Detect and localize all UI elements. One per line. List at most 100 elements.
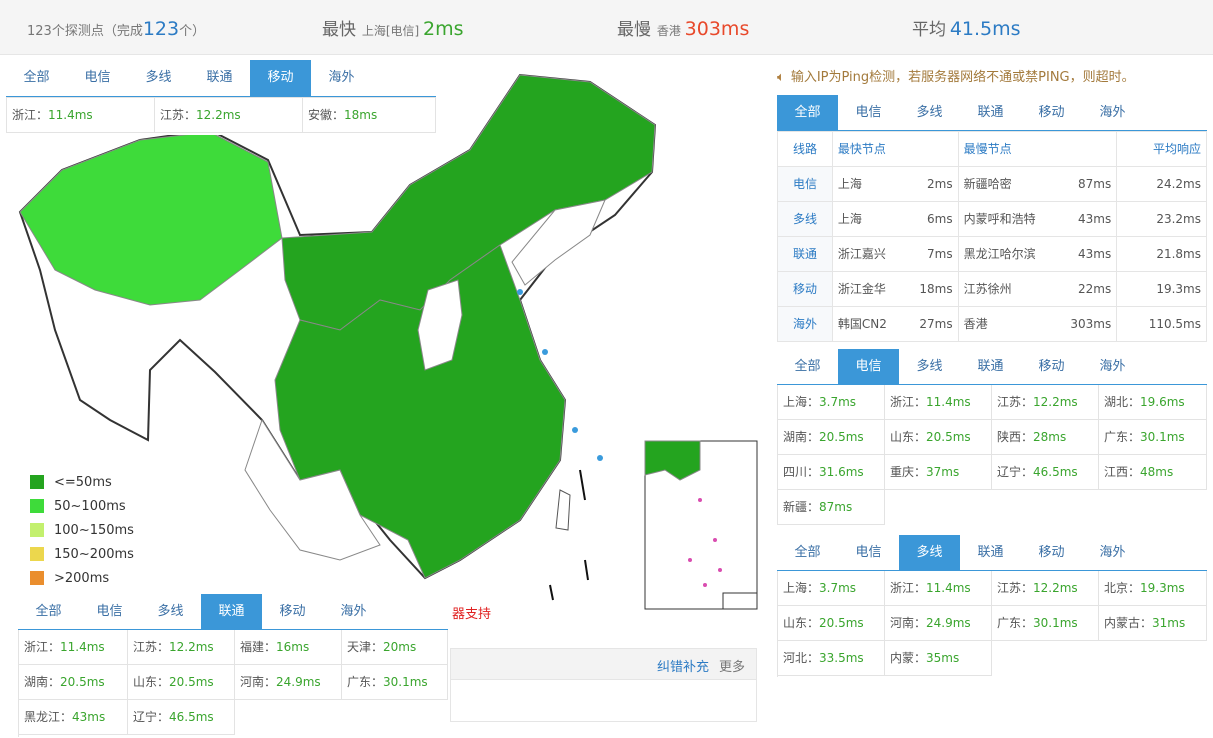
- grid-cell: 山东：20.5ms: [778, 606, 885, 641]
- grid-cell: 黑龙江：43ms: [19, 700, 128, 735]
- map-legend: <=50ms 50~100ms 100~150ms 150~200ms >200…: [30, 470, 134, 590]
- grid-cell: 广东：30.1ms: [342, 665, 448, 700]
- grid-cell: 河南：24.9ms: [885, 606, 992, 641]
- grid-cell: 上海：3.7ms: [778, 385, 885, 420]
- tab-all[interactable]: 全部: [777, 535, 838, 570]
- sponsor-text: 器支持: [452, 607, 492, 622]
- grid-cell: 江苏：12.2ms: [155, 98, 303, 133]
- tab-telecom[interactable]: 电信: [838, 349, 899, 384]
- tab-unicom[interactable]: 联通: [960, 349, 1021, 384]
- grid-cell: 安徽：18ms: [303, 98, 436, 133]
- tab-unicom[interactable]: 联通: [960, 95, 1021, 130]
- grid-cell: 辽宁：46.5ms: [992, 455, 1099, 490]
- tab-unicom[interactable]: 联通: [960, 535, 1021, 570]
- ping-notice: 🔈︎ 输入IP为Ping检测，若服务器网络不通或禁PING，则超时。: [777, 70, 1135, 85]
- grid-cell: 江西：48ms: [1099, 455, 1207, 490]
- tab-all[interactable]: 全部: [777, 95, 838, 130]
- stats-tabs: 全部 电信 多线 联通 移动 海外: [777, 95, 1207, 131]
- table-row: 多线 上海 6ms 内蒙呼和浩特 43ms 23.2ms: [778, 202, 1207, 237]
- tab-unicom[interactable]: 联通: [201, 594, 262, 629]
- tab-telecom[interactable]: 电信: [67, 60, 128, 96]
- grid-cell: 陕西：28ms: [992, 420, 1099, 455]
- grid-cell: 山东：20.5ms: [128, 665, 235, 700]
- table-row: 移动 浙江金华 18ms 江苏徐州 22ms 19.3ms: [778, 272, 1207, 307]
- table-row: 海外 韩国CN2 27ms 香港 303ms 110.5ms: [778, 307, 1207, 342]
- legend-swatch: [30, 475, 44, 489]
- multiline-panel: 全部 电信 多线 联通 移动 海外 上海：3.7ms 浙江：11.4ms 江苏：…: [777, 535, 1207, 677]
- tab-overseas[interactable]: 海外: [1082, 349, 1143, 384]
- grid-cell: 上海：3.7ms: [778, 571, 885, 606]
- grid-cell: 浙江：11.4ms: [885, 571, 992, 606]
- grid-cell: 四川：31.6ms: [778, 455, 885, 490]
- tab-mobile[interactable]: 移动: [250, 60, 311, 96]
- grid-cell: 山东：20.5ms: [885, 420, 992, 455]
- slowest-summary: 最慢 香港 303ms: [617, 18, 750, 40]
- unicom-grid: 浙江：11.4ms 江苏：12.2ms 福建：16ms 天津：20ms 湖南：2…: [18, 630, 448, 737]
- tab-overseas[interactable]: 海外: [1082, 95, 1143, 130]
- legend-item: 50~100ms: [30, 494, 134, 518]
- grid-cell: 江苏：12.2ms: [992, 385, 1099, 420]
- legend-swatch: [30, 523, 44, 537]
- probe-count: 123个探测点（完成123个）: [27, 18, 206, 40]
- stats-table: 线路 最快节点 最慢节点 平均响应 电信 上海 2ms 新疆哈密 87ms 24.2…: [777, 131, 1207, 342]
- tab-overseas[interactable]: 海外: [1082, 535, 1143, 570]
- legend-item: >200ms: [30, 566, 134, 590]
- tab-multiline[interactable]: 多线: [899, 349, 960, 384]
- grid-cell: 湖南：20.5ms: [778, 420, 885, 455]
- multiline-grid: 上海：3.7ms 浙江：11.4ms 江苏：12.2ms 北京：19.3ms 山…: [777, 571, 1207, 677]
- more-link[interactable]: 更多: [719, 656, 745, 675]
- table-header: 线路 最快节点 最慢节点 平均响应: [778, 132, 1207, 167]
- grid-cell: 广东：30.1ms: [1099, 420, 1207, 455]
- grid-cell: 浙江：11.4ms: [7, 98, 155, 133]
- tab-telecom[interactable]: 电信: [838, 535, 899, 570]
- multiline-tabs: 全部 电信 多线 联通 移动 海外: [777, 535, 1207, 571]
- legend-item: <=50ms: [30, 470, 134, 494]
- tab-all[interactable]: 全部: [18, 594, 79, 629]
- grid-cell: 北京：19.3ms: [1099, 571, 1207, 606]
- tab-telecom[interactable]: 电信: [838, 95, 899, 130]
- tab-multiline[interactable]: 多线: [899, 95, 960, 130]
- tab-multiline[interactable]: 多线: [128, 60, 189, 96]
- grid-cell: 福建：16ms: [235, 630, 342, 665]
- grid-cell: 辽宁：46.5ms: [128, 700, 235, 735]
- tab-unicom[interactable]: 联通: [189, 60, 250, 96]
- tab-multiline[interactable]: 多线: [140, 594, 201, 629]
- speaker-icon: 🔈︎: [777, 70, 785, 85]
- tab-overseas[interactable]: 海外: [323, 594, 384, 629]
- grid-cell: 河北：33.5ms: [778, 641, 885, 676]
- legend-swatch: [30, 499, 44, 513]
- telecom-panel: 全部 电信 多线 联通 移动 海外 上海：3.7ms 浙江：11.4ms 江苏：…: [777, 349, 1207, 525]
- tab-all[interactable]: 全部: [6, 60, 67, 96]
- footer-content: [450, 680, 757, 722]
- legend-item: 150~200ms: [30, 542, 134, 566]
- telecom-tabs: 全部 电信 多线 联通 移动 海外: [777, 349, 1207, 385]
- legend-swatch: [30, 547, 44, 561]
- tab-telecom[interactable]: 电信: [79, 594, 140, 629]
- tab-mobile[interactable]: 移动: [1021, 535, 1082, 570]
- grid-cell: 江苏：12.2ms: [128, 630, 235, 665]
- grid-cell: 内蒙：35ms: [885, 641, 992, 676]
- tab-overseas[interactable]: 海外: [311, 60, 372, 96]
- table-row: 电信 上海 2ms 新疆哈密 87ms 24.2ms: [778, 167, 1207, 202]
- mobile-panel: 全部 电信 多线 联通 移动 海外 浙江：11.4ms 江苏：12.2ms 安徽…: [6, 60, 436, 135]
- correct-link[interactable]: 纠错补充: [657, 656, 709, 675]
- mobile-tabs: 全部 电信 多线 联通 移动 海外: [6, 60, 436, 97]
- grid-cell: 浙江：11.4ms: [19, 630, 128, 665]
- grid-cell: 广东：30.1ms: [992, 606, 1099, 641]
- tab-all[interactable]: 全部: [777, 349, 838, 384]
- grid-cell: 浙江：11.4ms: [885, 385, 992, 420]
- unicom-panel: 全部 电信 多线 联通 移动 海外 浙江：11.4ms 江苏：12.2ms 福建…: [18, 594, 448, 737]
- tab-mobile[interactable]: 移动: [1021, 95, 1082, 130]
- tab-multiline[interactable]: 多线: [899, 535, 960, 570]
- telecom-grid: 上海：3.7ms 浙江：11.4ms 江苏：12.2ms 湖北：19.6ms 湖…: [777, 385, 1207, 525]
- region-taiwan: [555, 489, 571, 531]
- col-slowest: 最慢节点: [958, 132, 1118, 167]
- legend-swatch: [30, 571, 44, 585]
- col-fastest: 最快节点: [832, 132, 959, 167]
- mobile-grid: 浙江：11.4ms 江苏：12.2ms 安徽：18ms: [6, 97, 436, 133]
- tab-mobile[interactable]: 移动: [1021, 349, 1082, 384]
- tab-mobile[interactable]: 移动: [262, 594, 323, 629]
- grid-cell: 新疆：87ms: [778, 490, 885, 525]
- table-row: 联通 浙江嘉兴 7ms 黑龙江哈尔滨 43ms 21.8ms: [778, 237, 1207, 272]
- unicom-tabs: 全部 电信 多线 联通 移动 海外: [18, 594, 448, 630]
